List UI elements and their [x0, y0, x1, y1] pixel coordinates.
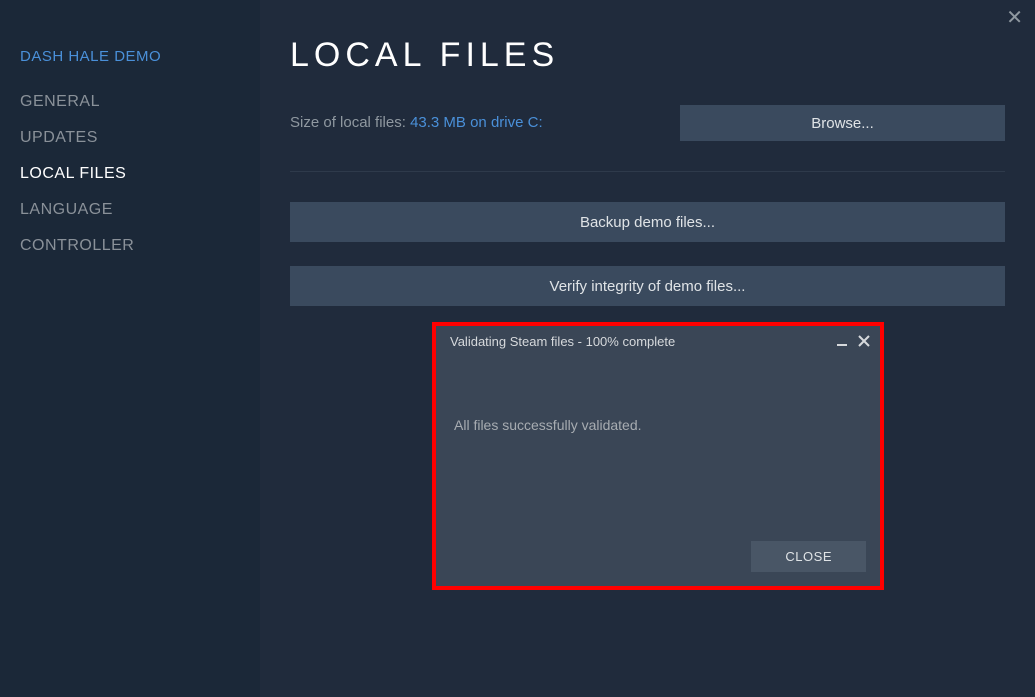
close-icon[interactable] — [858, 335, 870, 349]
window-close-icon[interactable]: ✕ — [1006, 8, 1023, 28]
sidebar-item-language[interactable]: LANGUAGE — [20, 201, 240, 219]
sidebar-item-updates[interactable]: UPDATES — [20, 129, 240, 147]
dialog-message: All files successfully validated. — [454, 417, 862, 433]
minimize-icon[interactable] — [836, 335, 848, 349]
validation-dialog: Validating Steam files - 100% complete A… — [432, 322, 884, 590]
dialog-close-button[interactable]: CLOSE — [751, 541, 866, 572]
verify-button[interactable]: Verify integrity of demo files... — [290, 266, 1005, 306]
dialog-body: All files successfully validated. — [436, 357, 880, 451]
sidebar-title: DASH HALE DEMO — [20, 48, 240, 65]
browse-button[interactable]: Browse... — [680, 105, 1005, 141]
size-row: Size of local files: 43.3 MB on drive C:… — [290, 105, 1005, 141]
divider — [290, 171, 1005, 172]
sidebar: DASH HALE DEMO GENERAL UPDATES LOCAL FIL… — [0, 0, 260, 697]
dialog-title: Validating Steam files - 100% complete — [450, 334, 675, 349]
dialog-titlebar: Validating Steam files - 100% complete — [436, 326, 880, 357]
sidebar-item-general[interactable]: GENERAL — [20, 93, 240, 111]
size-value[interactable]: 43.3 MB on drive C: — [410, 114, 543, 131]
sidebar-item-local-files[interactable]: LOCAL FILES — [20, 165, 240, 183]
dialog-window-controls — [836, 335, 870, 349]
sidebar-item-controller[interactable]: CONTROLLER — [20, 237, 240, 255]
page-title: LOCAL FILES — [290, 36, 1005, 75]
dialog-footer: CLOSE — [751, 541, 866, 572]
size-info: Size of local files: 43.3 MB on drive C: — [290, 114, 543, 132]
size-label: Size of local files: — [290, 114, 410, 131]
backup-button[interactable]: Backup demo files... — [290, 202, 1005, 242]
